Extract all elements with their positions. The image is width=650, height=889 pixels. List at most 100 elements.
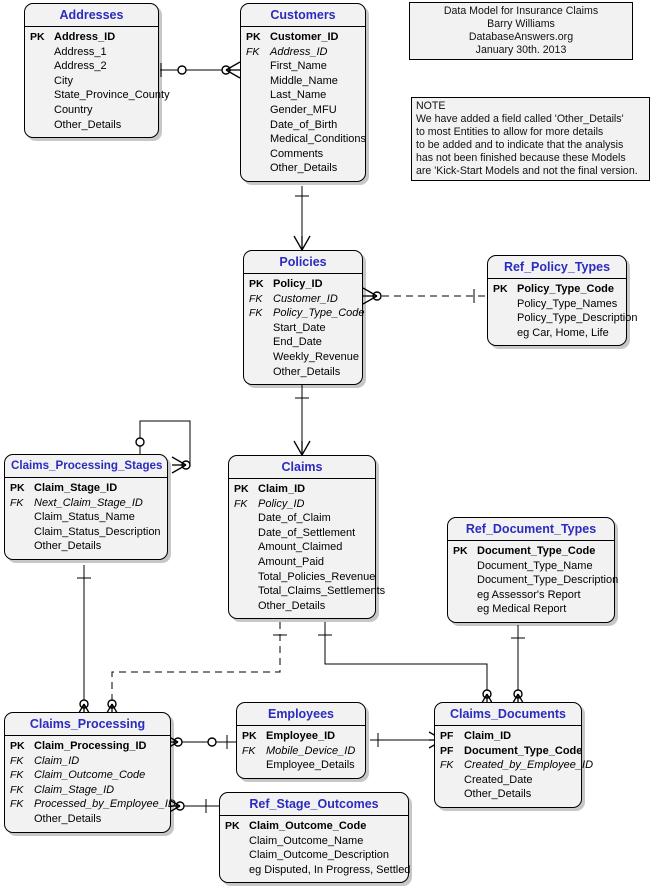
attribute-row: Other_Details: [30, 118, 154, 133]
entity-policies[interactable]: Policies PK Policy_ID FK Customer_ID FK Pol…: [243, 250, 365, 386]
attribute-row: PK Claim_Processing_ID: [10, 739, 166, 754]
attribute-name: First_Name: [270, 60, 327, 73]
attribute-name: Other_Details: [54, 118, 122, 131]
attribute-row: First_Name: [246, 59, 361, 74]
entity-employees[interactable]: Employees PK Employee_ID FK Mobile_Device_…: [236, 702, 366, 779]
attribute-row: Claim_Status_Name: [10, 510, 163, 525]
attribute-name: Document_Type_Code: [477, 545, 596, 557]
attribute-name: Claim_Status_Description: [34, 525, 161, 538]
attribute-name: Address_ID: [54, 31, 116, 43]
entity-ref-stage-outcomes[interactable]: Ref_Stage_Outcomes PK Claim_Outcome_Code …: [219, 792, 410, 884]
attribute-row: PK Address_ID: [30, 30, 154, 45]
title-line-3: DatabaseAnswers.org: [468, 31, 574, 44]
rel-line-claims-claimsdocuments: [324, 622, 488, 703]
attribute-name: Middle_Name: [270, 74, 338, 87]
entity-claims-processing[interactable]: Claims_Processing PK Claim_Processing_ID …: [4, 712, 176, 833]
attribute-row: PF Document_Type_Code: [440, 744, 582, 759]
attribute-row: Other_Details: [10, 539, 163, 554]
entity-attributes-claims-processing-stages: PK Claim_Stage_ID FK Next_Claim_Stage_ID C…: [5, 478, 167, 559]
attribute-row: PK Claim_Stage_ID: [10, 481, 163, 496]
attribute-name: Employee_Details: [266, 759, 355, 772]
attribute-name: eg Car, Home, Life: [517, 326, 609, 339]
attribute-row: Created_Date: [440, 773, 577, 788]
attribute-name: Medical_Conditions: [270, 133, 366, 146]
attribute-row: eg Disputed, In Progress, Settled: [225, 863, 410, 878]
attribute-row: PK Customer_ID: [246, 30, 361, 45]
attribute-name: End_Date: [273, 336, 322, 349]
key-marker: PK: [225, 820, 240, 832]
attribute-name: Other_Details: [34, 540, 102, 553]
entity-claims[interactable]: Claims PK Claim_ID FK Policy_ID Date_of_Cl…: [228, 455, 385, 620]
entity-claims-documents[interactable]: Claims_Documents PF Claim_ID PF Document_T…: [434, 702, 593, 808]
note-box: NOTE We have added a field called 'Other…: [411, 97, 650, 181]
attribute-name: Date_of_Birth: [270, 118, 338, 131]
key-marker: PK: [246, 31, 261, 43]
er-diagram-canvas: Data Model for Insurance Claims Barry Wi…: [0, 0, 650, 889]
attribute-row: Other_Details: [234, 599, 371, 614]
entity-ref-policy-types[interactable]: Ref_Policy_Types PK Policy_Type_Code Poli…: [487, 255, 637, 347]
attribute-name: Date_of_Settlement: [258, 526, 356, 539]
crowsfoot-policies-top: [293, 235, 311, 251]
attribute-row: FK Mobile_Device_ID: [242, 744, 361, 759]
entity-ref-document-types[interactable]: Ref_Document_Types PK Document_Type_Code …: [447, 517, 618, 623]
entity-customers[interactable]: Customers PK Customer_ID FK Address_ID Fir…: [240, 3, 366, 182]
attribute-name: Address_1: [54, 45, 107, 58]
entity-addresses[interactable]: Addresses PK Address_ID Address_1 Address…: [24, 3, 170, 139]
attribute-name: Weekly_Revenue: [273, 350, 360, 363]
attribute-row: FK Policy_ID: [234, 497, 371, 512]
title-line-2: Barry Williams: [487, 18, 555, 31]
attribute-name: Claim_Status_Name: [34, 511, 135, 524]
card-zero-stages-loop-top: [135, 437, 145, 447]
attribute-row: PK Claim_Outcome_Code: [225, 819, 404, 834]
attribute-name: eg Disputed, In Progress, Settled: [249, 863, 411, 876]
title-box: Data Model for Insurance Claims Barry Wi…: [409, 2, 633, 60]
key-marker: FK: [234, 497, 248, 510]
attribute-name: Claim_ID: [464, 730, 512, 742]
entity-title-ref-document-types: Ref_Document_Types: [448, 518, 614, 541]
attribute-row: Middle_Name: [246, 74, 361, 89]
attribute-name: Start_Date: [273, 321, 326, 334]
attribute-row: Document_Type_Name: [453, 559, 610, 574]
attribute-row: Other_Details: [246, 161, 361, 176]
attribute-name: Customer_ID: [270, 31, 339, 43]
attribute-name: Amount_Claimed: [258, 541, 343, 554]
attribute-row: Medical_Conditions: [246, 132, 366, 147]
key-marker: FK: [249, 292, 263, 305]
attribute-row: Employee_Details: [242, 758, 361, 773]
card-zero-addresses: [177, 65, 187, 75]
attribute-name: Policy_ID: [258, 497, 305, 510]
attribute-row: FK Address_ID: [246, 45, 361, 60]
attribute-name: Policy_ID: [273, 278, 323, 290]
entity-title-policies: Policies: [244, 251, 362, 274]
attribute-row: PK Document_Type_Code: [453, 544, 610, 559]
attribute-row: FK Customer_ID: [249, 292, 358, 307]
key-marker: FK: [246, 45, 260, 58]
attribute-row: eg Assessor's Report: [453, 588, 610, 603]
attribute-row: eg Medical Report: [453, 602, 610, 617]
attribute-name: Total_Claims_Settlements: [258, 585, 386, 598]
attribute-name: Policy_Type_Description: [517, 312, 638, 325]
entity-title-employees: Employees: [237, 703, 365, 726]
crowsfoot-claims-top: [293, 440, 311, 456]
attribute-row: Claim_Outcome_Description: [225, 848, 404, 863]
note-line-4: to be added and to indicate that the ana…: [416, 139, 624, 152]
attribute-row: Other_Details: [440, 787, 577, 802]
attribute-name: Gender_MFU: [270, 103, 337, 116]
entity-title-claims-documents: Claims_Documents: [435, 703, 581, 726]
note-line-6: are 'Kick-Start Models and not the final…: [416, 165, 638, 178]
card-zero-claimsproc-right: [207, 737, 217, 747]
attribute-row: FK Claim_Stage_ID: [10, 783, 166, 798]
attribute-row: eg Car, Home, Life: [493, 326, 622, 341]
attribute-name: Other_Details: [270, 162, 338, 175]
entity-title-addresses: Addresses: [25, 4, 158, 27]
attribute-name: Processed_by_Employee_ID: [34, 798, 176, 811]
key-marker: PF: [440, 730, 454, 742]
entity-title-customers: Customers: [241, 4, 365, 27]
note-line-1: NOTE: [416, 100, 446, 112]
attribute-row: FK Policy_Type_Code: [249, 306, 365, 321]
attribute-row: Claim_Outcome_Name: [225, 834, 404, 849]
entity-claims-processing-stages[interactable]: Claims_Processing_Stages PK Claim_Stage_I…: [4, 454, 168, 560]
attribute-name: Other_Details: [34, 812, 102, 825]
entity-title-claims: Claims: [229, 456, 375, 479]
attribute-row: Last_Name: [246, 88, 361, 103]
